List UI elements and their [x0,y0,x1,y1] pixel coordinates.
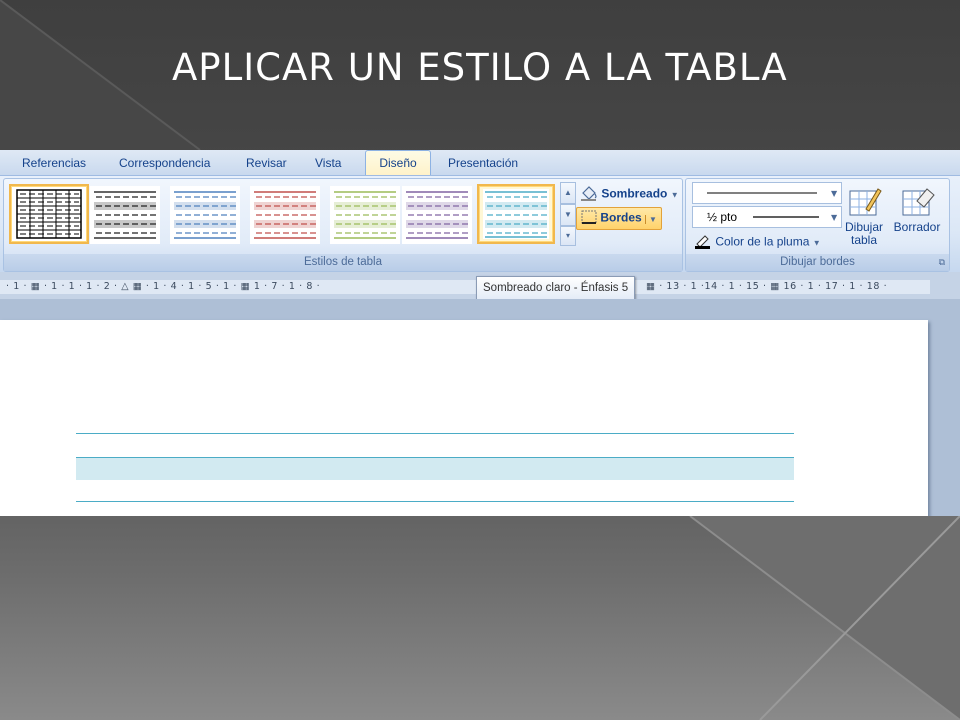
slide-title: APLICAR UN ESTILO A LA TABLA [172,46,788,89]
ribbon: ▲ ▼ ▾ Sombreado ▼ Bordes ▼ Estilos de ta… [0,175,960,272]
eraser-icon [890,185,944,221]
light-shading-preview-icon [94,191,156,239]
style-light-shading[interactable] [90,186,160,244]
document-page[interactable] [0,320,928,516]
eraser-button[interactable]: Borrador [890,185,944,234]
draw-table-label-line-2: tabla [850,233,878,247]
shading-button[interactable]: Sombreado ▼ [580,185,679,204]
borders-icon [581,210,597,227]
line-weight-dropdown[interactable]: ½ pto ▼ [692,206,842,228]
accent-5-preview-icon [483,189,549,239]
pen-color-button[interactable]: Color de la pluma ▼ [694,233,821,252]
styles-scroll-up-button[interactable]: ▲ [560,182,576,204]
table-styles-group: ▲ ▼ ▾ Sombreado ▼ Bordes ▼ Estilos de ta… [3,178,683,272]
ribbon-tab-strip: Referencias Correspondencia Revisar Vist… [0,150,960,176]
draw-table-button[interactable]: Dibujar tabla [842,185,886,247]
paint-bucket-icon [580,185,598,204]
pen-icon [694,233,712,252]
chevron-down-icon: ▼ [812,238,821,248]
pen-color-label: Color de la pluma [715,234,810,249]
borders-button[interactable]: Bordes ▼ [576,207,662,230]
tab-vista[interactable]: Vista [315,155,341,175]
tab-correspondencia[interactable]: Correspondencia [119,155,210,175]
eraser-label: Borrador [893,220,941,234]
style-tooltip: Sombreado claro - Énfasis 5 [476,276,636,300]
style-light-shading-accent-5[interactable] [477,184,555,244]
line-style-dropdown[interactable]: ▼ [692,182,842,204]
tab-referencias[interactable]: Referencias [22,155,86,175]
style-table-grid[interactable] [9,184,89,244]
accent-2-preview-icon [254,191,316,239]
accent-4-preview-icon [406,191,468,239]
draw-borders-label: Dibujar bordes [780,256,855,268]
word-screenshot: Referencias Correspondencia Revisar Vist… [0,150,960,516]
tab-diseno[interactable]: Diseño [365,150,431,176]
table-styles-group-label: Estilos de tabla [4,254,682,271]
table-row-border [76,501,794,502]
accent-3-preview-icon [334,191,396,239]
style-light-shading-accent-1[interactable] [170,186,240,244]
table-row[interactable] [76,457,794,480]
draw-borders-group-label: Dibujar bordes ⧉ [686,254,949,271]
accent-1-preview-icon [174,191,236,239]
ruler-markings-left: · 1 · ▦ · 1 · 1 · 1 · 2 · △ ▦ · 1 · 4 · … [6,281,321,292]
line-style-preview-icon: ▼ [707,189,838,198]
styles-scroll-down-button[interactable]: ▼ [560,204,576,226]
shading-label: Sombreado [601,186,668,201]
style-light-shading-accent-4[interactable] [402,186,472,244]
line-weight-preview-icon: ▼ [753,213,838,222]
pencil-table-icon [842,185,886,221]
style-light-shading-accent-2[interactable] [250,186,320,244]
dialog-launcher-icon[interactable]: ⧉ [939,254,945,271]
svg-text:▼: ▼ [831,213,838,222]
table-grid-preview-icon [16,189,82,239]
styles-more-button[interactable]: ▾ [560,226,576,246]
document-area [0,299,960,516]
style-light-shading-accent-3[interactable] [330,186,400,244]
tab-presentacion[interactable]: Presentación [448,155,518,175]
draw-borders-group: ▼ ½ pto ▼ Color de la pluma ▼ Dibujar ta… [685,178,950,272]
table-top-border [76,433,794,434]
tab-revisar[interactable]: Revisar [246,155,287,175]
borders-label: Bordes [600,210,642,225]
chevron-down-icon: ▼ [670,190,679,200]
ruler-markings-right: ▦ · 13 · 1 ·14 · 1 · 15 · ▦ 16 · 1 · 17 … [646,281,888,292]
chevron-down-icon[interactable]: ▼ [645,214,657,224]
svg-text:▼: ▼ [831,189,838,198]
